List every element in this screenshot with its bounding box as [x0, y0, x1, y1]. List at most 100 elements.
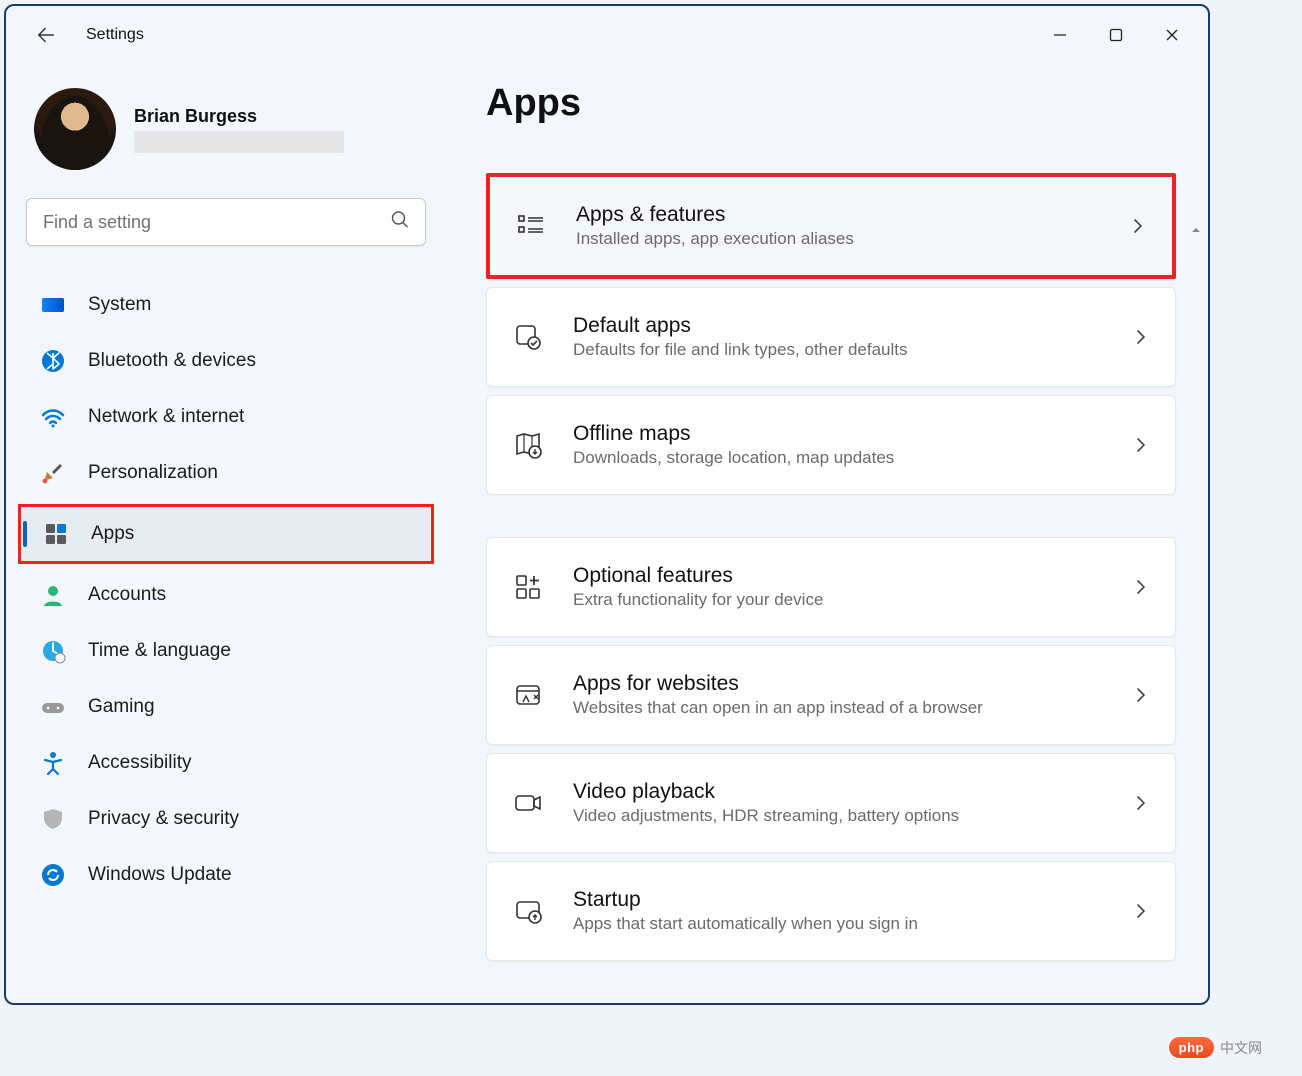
content-area: Apps Apps & features Installed apps, app…: [446, 64, 1208, 1003]
wifi-icon: [40, 404, 66, 430]
bluetooth-icon: [40, 348, 66, 374]
card-title: Offline maps: [573, 422, 1103, 446]
card-text: Apps & features Installed apps, app exec…: [576, 203, 1100, 249]
card-text: Optional features Extra functionality fo…: [573, 564, 1103, 610]
scrollbar[interactable]: [1190, 224, 1202, 1003]
chevron-right-icon: [1128, 216, 1148, 236]
sidebar-item-label: Bluetooth & devices: [88, 350, 256, 372]
clock-globe-icon: [40, 638, 66, 664]
scroll-up-icon: [1190, 224, 1202, 236]
card-title: Default apps: [573, 314, 1103, 338]
sidebar-item-time[interactable]: Time & language: [26, 626, 426, 676]
minimize-button[interactable]: [1032, 13, 1088, 57]
sidebar-item-update[interactable]: Windows Update: [26, 850, 426, 900]
card-text: Video playback Video adjustments, HDR st…: [573, 780, 1103, 826]
update-icon: [40, 862, 66, 888]
card-startup[interactable]: Startup Apps that start automatically wh…: [486, 861, 1176, 961]
card-default-apps[interactable]: Default apps Defaults for file and link …: [486, 287, 1176, 387]
chevron-right-icon: [1131, 793, 1151, 813]
card-optional-features[interactable]: Optional features Extra functionality fo…: [486, 537, 1176, 637]
card-subtitle: Installed apps, app execution aliases: [576, 229, 1100, 249]
card-video-playback[interactable]: Video playback Video adjustments, HDR st…: [486, 753, 1176, 853]
user-email-placeholder: [134, 131, 344, 153]
sidebar-item-label: Accessibility: [88, 752, 191, 774]
maximize-button[interactable]: [1088, 13, 1144, 57]
user-info: Brian Burgess: [134, 106, 344, 153]
chevron-right-icon: [1131, 327, 1151, 347]
chevron-right-icon: [1131, 435, 1151, 455]
sidebar-item-bluetooth[interactable]: Bluetooth & devices: [26, 336, 426, 386]
sidebar-item-accessibility[interactable]: Accessibility: [26, 738, 426, 788]
apps-icon: [43, 521, 69, 547]
card-title: Optional features: [573, 564, 1103, 588]
chevron-right-icon: [1131, 901, 1151, 921]
sidebar-item-label: Network & internet: [88, 406, 244, 428]
settings-window: Settings Brian Burgess: [4, 4, 1210, 1005]
sidebar-item-gaming[interactable]: Gaming: [26, 682, 426, 732]
back-button[interactable]: [26, 15, 66, 55]
sidebar-item-label: Personalization: [88, 462, 218, 484]
user-block[interactable]: Brian Burgess: [26, 88, 426, 170]
window-controls: [1032, 13, 1200, 57]
card-subtitle: Downloads, storage location, map updates: [573, 448, 1103, 468]
card-apps-for-websites[interactable]: Apps for websites Websites that can open…: [486, 645, 1176, 745]
card-subtitle: Defaults for file and link types, other …: [573, 340, 1103, 360]
sidebar: Brian Burgess System Bluetooth & devices: [6, 64, 446, 1003]
map-download-icon: [511, 428, 545, 462]
close-button[interactable]: [1144, 13, 1200, 57]
close-icon: [1165, 28, 1179, 42]
sidebar-item-apps[interactable]: Apps: [18, 504, 434, 564]
maximize-icon: [1109, 28, 1123, 42]
body: Brian Burgess System Bluetooth & devices: [6, 64, 1208, 1003]
card-subtitle: Websites that can open in an app instead…: [573, 698, 1103, 718]
card-offline-maps[interactable]: Offline maps Downloads, storage location…: [486, 395, 1176, 495]
sidebar-item-personalization[interactable]: Personalization: [26, 448, 426, 498]
grid-plus-icon: [511, 570, 545, 604]
sidebar-item-network[interactable]: Network & internet: [26, 392, 426, 442]
sidebar-item-system[interactable]: System: [26, 280, 426, 330]
list-icon: [514, 209, 548, 243]
sidebar-item-label: Privacy & security: [88, 808, 239, 830]
card-subtitle: Extra functionality for your device: [573, 590, 1103, 610]
cards-column: Apps & features Installed apps, app exec…: [486, 173, 1176, 961]
avatar: [34, 88, 116, 170]
video-icon: [511, 786, 545, 820]
nav-list: System Bluetooth & devices Network & int…: [26, 280, 426, 900]
card-subtitle: Video adjustments, HDR streaming, batter…: [573, 806, 1103, 826]
window-title: Settings: [86, 26, 144, 44]
search-icon: [390, 210, 410, 235]
card-text: Apps for websites Websites that can open…: [573, 672, 1103, 718]
card-title: Apps for websites: [573, 672, 1103, 696]
card-text: Startup Apps that start automatically wh…: [573, 888, 1103, 934]
card-title: Startup: [573, 888, 1103, 912]
sidebar-item-label: Accounts: [88, 584, 166, 606]
sidebar-item-label: Apps: [91, 523, 134, 545]
sidebar-item-privacy[interactable]: Privacy & security: [26, 794, 426, 844]
shield-icon: [40, 806, 66, 832]
chevron-right-icon: [1131, 685, 1151, 705]
apps-websites-icon: [511, 678, 545, 712]
back-arrow-icon: [35, 24, 57, 46]
accounts-icon: [40, 582, 66, 608]
minimize-icon: [1053, 28, 1067, 42]
search-wrap: [26, 198, 426, 246]
chevron-right-icon: [1131, 577, 1151, 597]
watermark-text: 中文网: [1220, 1038, 1262, 1058]
titlebar: Settings: [6, 6, 1208, 64]
search-input[interactable]: [26, 198, 426, 246]
watermark-pill: php: [1169, 1037, 1214, 1058]
sidebar-item-label: Time & language: [88, 640, 231, 662]
accessibility-icon: [40, 750, 66, 776]
sidebar-item-accounts[interactable]: Accounts: [26, 570, 426, 620]
startup-icon: [511, 894, 545, 928]
card-title: Apps & features: [576, 203, 1100, 227]
watermark: php 中文网: [1169, 1037, 1262, 1058]
user-name: Brian Burgess: [134, 106, 344, 127]
card-apps-features[interactable]: Apps & features Installed apps, app exec…: [486, 173, 1176, 279]
sidebar-item-label: Windows Update: [88, 864, 232, 886]
sidebar-item-label: System: [88, 294, 151, 316]
card-text: Offline maps Downloads, storage location…: [573, 422, 1103, 468]
card-subtitle: Apps that start automatically when you s…: [573, 914, 1103, 934]
gamepad-icon: [40, 694, 66, 720]
sidebar-item-label: Gaming: [88, 696, 155, 718]
